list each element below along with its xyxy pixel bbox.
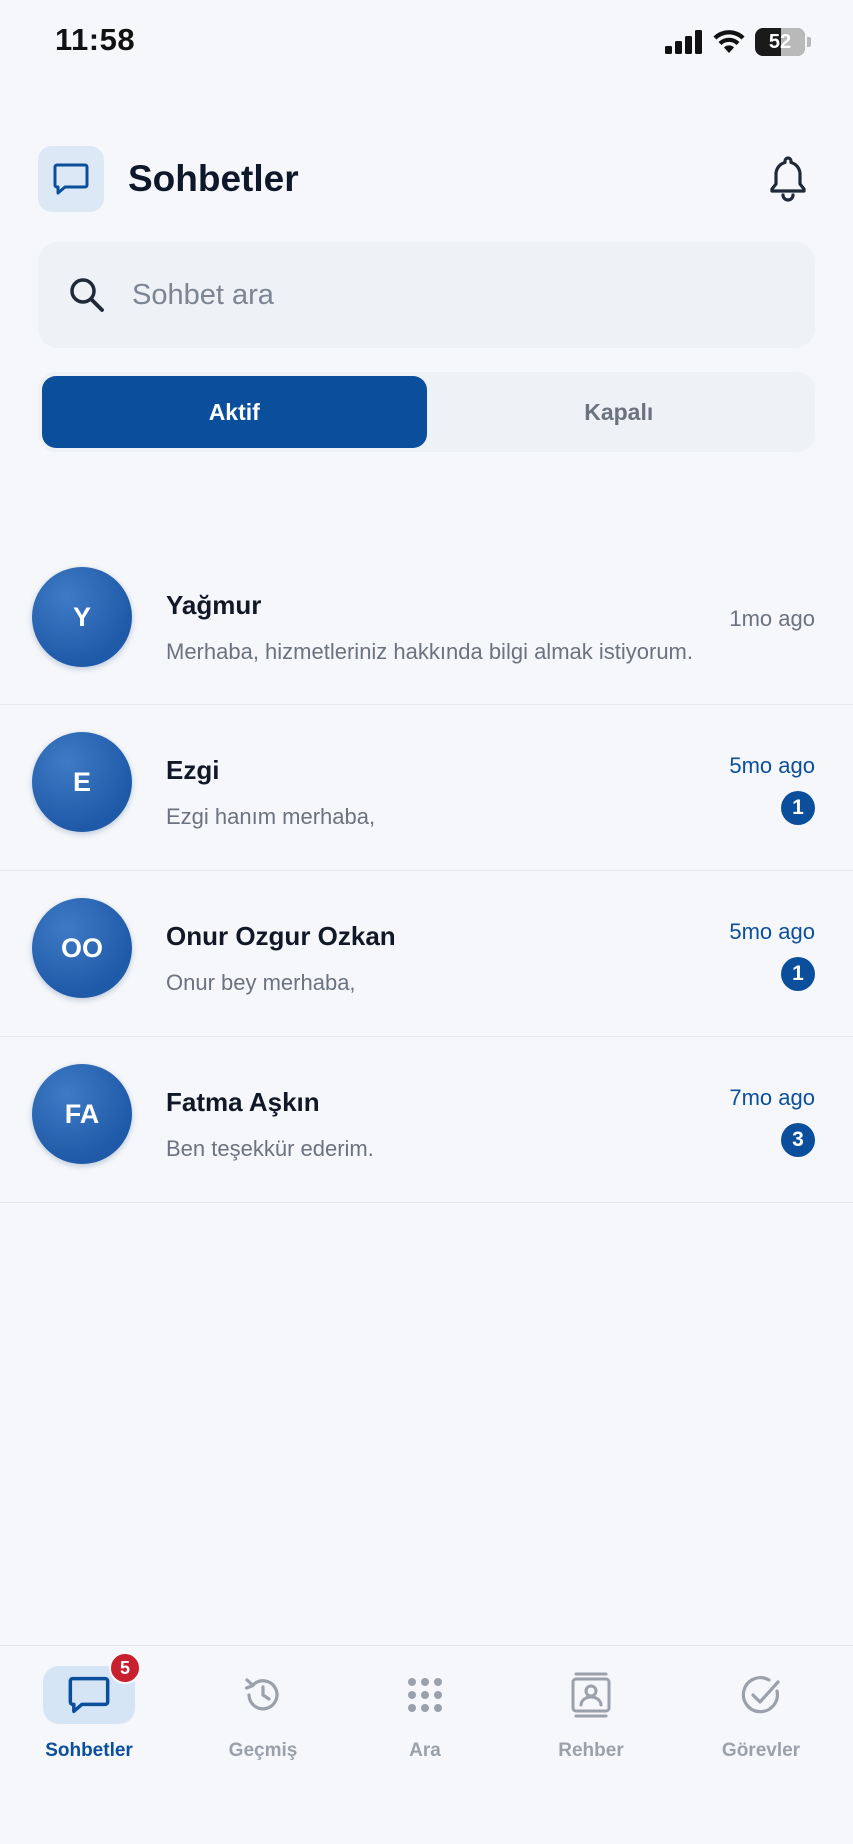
chat-status-toggle: Aktif Kapalı — [38, 372, 815, 452]
keypad-icon — [408, 1678, 442, 1712]
unread-count-badge: 1 — [781, 957, 815, 991]
search-icon — [70, 278, 104, 312]
header: Sohbetler — [38, 146, 815, 212]
avatar: OO — [32, 898, 132, 998]
bell-icon[interactable] — [767, 154, 809, 202]
chat-row[interactable]: E Ezgi Ezgi hanım merhaba, 5mo ago 1 — [0, 705, 853, 871]
chat-bubble-icon — [53, 163, 89, 195]
tab-label: Sohbetler — [45, 1740, 133, 1761]
status-icons: 52 — [665, 28, 811, 56]
tab-label: Ara — [409, 1740, 441, 1761]
chat-time: 1mo ago — [729, 606, 815, 631]
search-bar[interactable] — [38, 242, 815, 348]
chat-row[interactable]: Y Yağmur Merhaba, hizmetleriniz hakkında… — [0, 540, 853, 705]
status-time: 11:58 — [55, 22, 136, 57]
status-bar: 11:58 52 — [0, 0, 853, 86]
history-icon — [244, 1678, 279, 1711]
tab-history[interactable]: Geçmiş — [198, 1666, 328, 1776]
chat-preview: Ben teşekkür ederim. — [166, 1136, 374, 1161]
tab-badge: 5 — [109, 1652, 141, 1684]
chat-row[interactable]: FA Fatma Aşkın Ben teşekkür ederim. 7mo … — [0, 1037, 853, 1203]
chat-name: Ezgi — [166, 755, 220, 785]
battery-icon: 52 — [755, 28, 805, 56]
cellular-signal-icon — [665, 30, 702, 54]
chat-preview: Onur bey merhaba, — [166, 970, 356, 995]
avatar: E — [32, 732, 132, 832]
chat-time: 7mo ago — [729, 1085, 815, 1110]
chat-row[interactable]: OO Onur Ozgur Ozkan Onur bey merhaba, 5m… — [0, 871, 853, 1037]
check-circle-icon — [741, 1676, 780, 1714]
chat-time: 5mo ago — [729, 919, 815, 944]
header-logo — [38, 146, 104, 212]
tab-dial[interactable]: Ara — [360, 1666, 490, 1776]
battery-level: 52 — [768, 30, 792, 53]
tab-contacts[interactable]: Rehber — [526, 1666, 656, 1776]
chat-list: Y Yağmur Merhaba, hizmetleriniz hakkında… — [0, 540, 853, 1203]
tab-label: Rehber — [558, 1740, 624, 1761]
chat-preview: Merhaba, hizmetleriniz hakkında bilgi al… — [166, 639, 693, 664]
unread-count-badge: 3 — [781, 1123, 815, 1157]
tab-closed-chats[interactable]: Kapalı — [427, 376, 812, 448]
avatar: FA — [32, 1064, 132, 1164]
tab-label: Geçmiş — [228, 1740, 298, 1761]
search-input[interactable] — [132, 278, 732, 312]
wifi-icon — [713, 30, 745, 53]
avatar: Y — [32, 567, 132, 667]
chat-name: Yağmur — [166, 590, 262, 620]
chat-name: Onur Ozgur Ozkan — [166, 921, 396, 951]
chat-preview: Ezgi hanım merhaba, — [166, 804, 376, 829]
page-title: Sohbetler — [128, 158, 299, 199]
bottom-tab-bar: 5 Sohbetler Geçmiş Ara Rehber Görevler — [0, 1645, 853, 1844]
tab-active-chats[interactable]: Aktif — [42, 376, 427, 448]
tab-label: Görevler — [721, 1740, 801, 1761]
unread-count-badge: 1 — [781, 791, 815, 825]
tab-chats[interactable]: 5 Sohbetler — [24, 1652, 154, 1776]
contact-card-icon — [571, 1672, 611, 1718]
chat-time: 5mo ago — [729, 753, 815, 778]
tab-tasks[interactable]: Görevler — [696, 1666, 826, 1776]
chat-bubble-icon — [68, 1676, 110, 1714]
chat-name: Fatma Aşkın — [166, 1087, 320, 1117]
